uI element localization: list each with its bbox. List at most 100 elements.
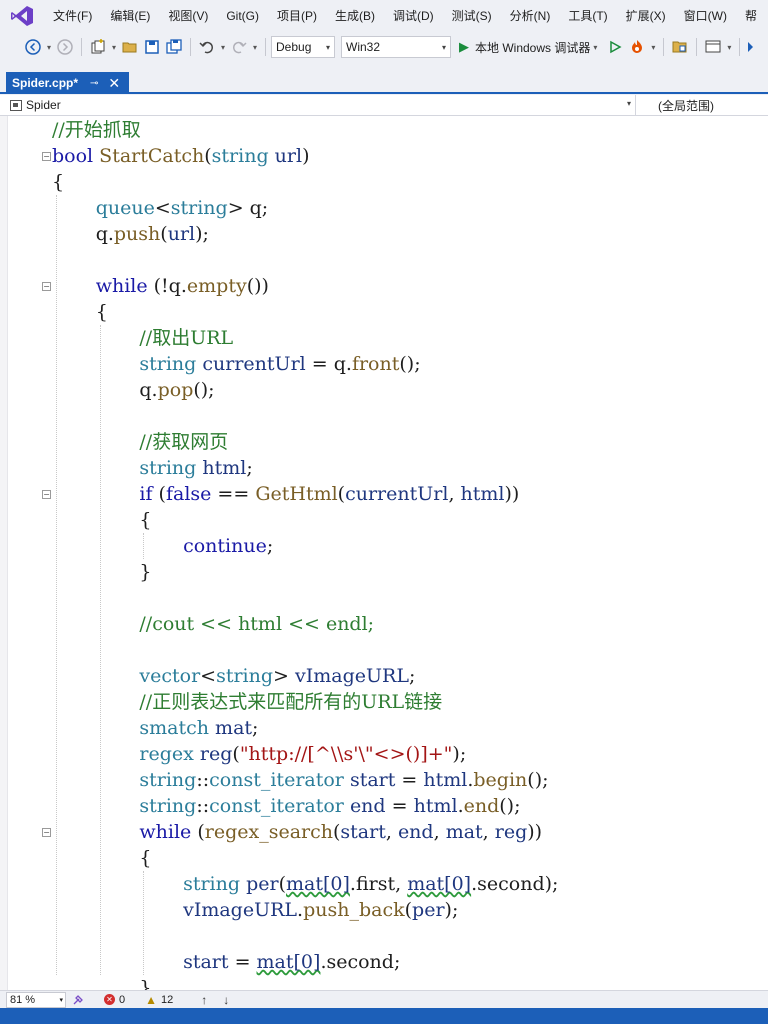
- fold-toggle-icon[interactable]: −: [42, 282, 51, 291]
- open-folder-icon[interactable]: [119, 36, 141, 58]
- save-all-icon[interactable]: [163, 36, 185, 58]
- code-token: mat[0]: [407, 873, 472, 895]
- code-token: per: [246, 873, 279, 895]
- zoom-combo[interactable]: 81 % ▾: [6, 991, 66, 1008]
- platform-combo[interactable]: Win32 ▾: [341, 36, 451, 58]
- start-without-debug-icon[interactable]: [604, 36, 626, 58]
- code-line: {: [52, 169, 64, 195]
- menu-item-10[interactable]: 扩展(X): [617, 4, 675, 28]
- code-token: ;: [266, 535, 274, 557]
- platform-value: Win32: [346, 40, 381, 54]
- code-token: mat[0]: [286, 873, 350, 895]
- code-token: //正则表达式来匹配所有的URL链接: [139, 691, 443, 713]
- code-token: mat[0]: [256, 951, 321, 973]
- layout-icon[interactable]: [702, 36, 724, 58]
- code-token: );: [444, 899, 459, 921]
- chevron-down-icon[interactable]: ▾: [590, 43, 600, 52]
- code-line: regex reg("http://[^\\s'\"<>()]+");: [139, 741, 466, 767]
- code-token: regex: [139, 743, 194, 765]
- code-token: .second);: [471, 873, 559, 895]
- menu-item-4[interactable]: 项目(P): [268, 4, 326, 28]
- hot-reload-icon[interactable]: [626, 36, 648, 58]
- layout-dropdown-icon[interactable]: ▾: [724, 43, 734, 52]
- fold-toggle-icon[interactable]: −: [42, 490, 51, 499]
- code-token: queue: [95, 197, 155, 219]
- redo-icon[interactable]: [228, 36, 250, 58]
- toolbar-separator: [81, 38, 82, 56]
- editor-status-strip: 81 % ▾ ✕ 0 ▲ 12 ↑ ↓: [0, 990, 768, 1008]
- menu-item-1[interactable]: 编辑(E): [101, 4, 159, 28]
- code-token: //cout << html << endl;: [139, 613, 375, 635]
- menu-item-5[interactable]: 生成(B): [326, 4, 384, 28]
- code-token: }: [139, 977, 152, 990]
- code-token: start: [183, 951, 229, 973]
- undo-dropdown-icon[interactable]: ▾: [218, 43, 228, 52]
- fold-toggle-icon[interactable]: −: [42, 828, 51, 837]
- error-count-value: 0: [119, 993, 126, 1006]
- visual-studio-logo-icon[interactable]: [10, 5, 34, 27]
- code-token: ::: [196, 795, 210, 817]
- back-icon[interactable]: [22, 36, 44, 58]
- chevron-down-icon: ▾: [325, 42, 330, 52]
- toolbar-separator: [696, 38, 698, 56]
- code-token: (: [232, 743, 240, 765]
- code-token: {: [139, 847, 152, 869]
- forward-icon[interactable]: [54, 36, 76, 58]
- code-line: queue<string> q;: [96, 195, 269, 221]
- editor-margin: [0, 116, 8, 990]
- code-token: pop: [157, 379, 194, 401]
- code-token: if: [139, 483, 153, 505]
- document-tab-strip: Spider.cpp* ⊸ ✕: [0, 62, 768, 94]
- code-token: currentUrl: [345, 483, 449, 505]
- solution-explorer-icon[interactable]: [669, 36, 691, 58]
- menu-item-2[interactable]: 视图(V): [159, 4, 217, 28]
- warning-icon: ▲: [145, 992, 158, 1007]
- member-scope-dropdown[interactable]: (全局范围): [636, 95, 768, 115]
- new-project-icon[interactable]: [87, 36, 109, 58]
- code-line: //获取网页: [139, 429, 228, 455]
- hot-reload-dropdown-icon[interactable]: ▾: [648, 43, 658, 52]
- close-icon[interactable]: ✕: [108, 75, 120, 92]
- back-dropdown-icon[interactable]: ▾: [44, 43, 54, 52]
- zoom-value: 81 %: [10, 993, 36, 1006]
- code-line: vImageURL.push_back(per);: [183, 897, 458, 923]
- menu-item-9[interactable]: 工具(T): [559, 4, 616, 28]
- configuration-combo[interactable]: Debug ▾: [271, 36, 335, 58]
- code-token: <: [200, 665, 217, 687]
- tab-spider-cpp[interactable]: Spider.cpp* ⊸ ✕: [6, 72, 129, 94]
- code-token: start: [349, 769, 396, 791]
- warning-count[interactable]: ▲ 12: [145, 993, 173, 1007]
- status-bar: [0, 1008, 768, 1024]
- code-token: );: [195, 223, 209, 245]
- redo-dropdown-icon[interactable]: ▾: [250, 43, 260, 52]
- menu-item-6[interactable]: 调试(D): [384, 4, 443, 28]
- menu-item-11[interactable]: 窗口(W): [675, 4, 736, 28]
- code-token: ,: [385, 821, 398, 843]
- toolbar-separator: [265, 38, 266, 56]
- code-token: front: [351, 353, 400, 375]
- menu-item-12[interactable]: 帮: [736, 4, 766, 28]
- next-issue-icon[interactable]: ↓: [223, 993, 229, 1007]
- error-count[interactable]: ✕ 0: [104, 994, 125, 1006]
- code-token: {: [52, 171, 65, 193]
- code-cleanup-icon[interactable]: [72, 994, 84, 1006]
- code-token: .second;: [320, 951, 401, 973]
- new-project-dropdown-icon[interactable]: ▾: [109, 43, 119, 52]
- undo-icon[interactable]: [196, 36, 218, 58]
- save-icon[interactable]: [141, 36, 163, 58]
- fold-toggle-icon[interactable]: −: [42, 152, 51, 161]
- menu-items: 文件(F) 编辑(E) 视图(V) Git(G) 项目(P) 生成(B) 调试(D) 测试(S…: [44, 4, 766, 28]
- start-debugging-label: 本地 Windows 调试器: [475, 40, 591, 55]
- pin-icon[interactable]: ⊸: [90, 78, 98, 89]
- code-line: string html;: [139, 455, 252, 481]
- menu-item-8[interactable]: 分析(N): [501, 4, 560, 28]
- code-token: GetHtml: [255, 483, 338, 505]
- previous-issue-icon[interactable]: ↑: [201, 993, 207, 1007]
- menu-item-7[interactable]: 测试(S): [443, 4, 501, 28]
- project-scope-dropdown[interactable]: Spider ▾: [0, 95, 636, 115]
- menu-item-3[interactable]: Git(G): [217, 4, 268, 28]
- toolbar-overflow-icon[interactable]: [745, 36, 755, 58]
- start-debugging-button[interactable]: ▶ 本地 Windows 调试器 ▾: [459, 36, 600, 58]
- code-editor[interactable]: //开始抓取 bool StartCatch(string url) −{queue…: [0, 116, 768, 990]
- menu-item-0[interactable]: 文件(F): [44, 4, 101, 28]
